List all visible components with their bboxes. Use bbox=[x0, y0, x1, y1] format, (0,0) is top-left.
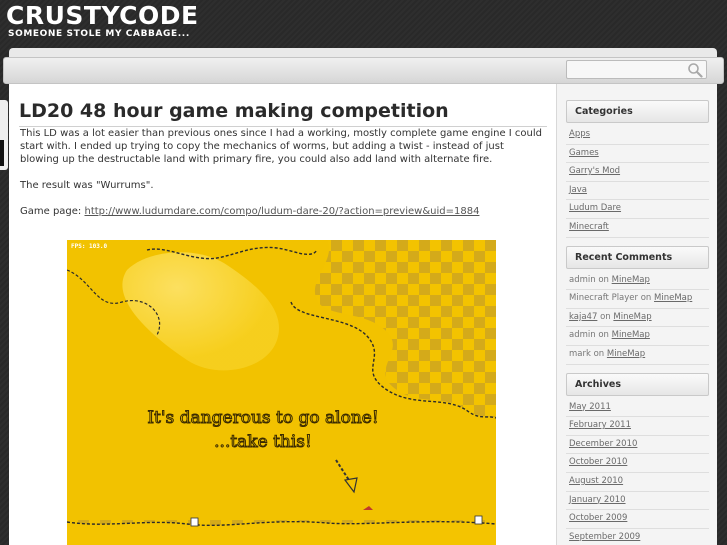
archive-link[interactable]: August 2010 bbox=[569, 476, 623, 486]
archives-widget: Archives May 2011 February 2011 December… bbox=[566, 372, 709, 545]
site-tagline: SOMEONE STOLE MY CABBAGE... bbox=[8, 29, 190, 39]
comment-on: on bbox=[598, 274, 609, 285]
archive-link[interactable]: May 2011 bbox=[569, 402, 611, 412]
list-item: mark on MineMap bbox=[566, 346, 709, 365]
site-header: CRUSTYCODE SOMEONE STOLE MY CABBAGE... bbox=[0, 0, 727, 48]
category-link[interactable]: Games bbox=[569, 148, 599, 158]
list-item: Games bbox=[566, 145, 709, 164]
archive-link[interactable]: December 2010 bbox=[569, 439, 637, 449]
widget-title: Recent Comments bbox=[566, 245, 709, 269]
comment-post-link[interactable]: MineMap bbox=[654, 293, 692, 303]
main-content: LD20 48 hour game making competition Thi… bbox=[9, 84, 557, 545]
list-item: September 2009 bbox=[566, 529, 709, 545]
comment-author: admin bbox=[569, 330, 596, 341]
list-item: Garry's Mod bbox=[566, 163, 709, 182]
comment-post-link[interactable]: MineMap bbox=[612, 275, 650, 285]
category-list: Apps Games Garry's Mod Java Ludum Dare M… bbox=[566, 126, 709, 238]
list-item: admin on MineMap bbox=[566, 327, 709, 346]
post-paragraph: The result was "Wurrums". bbox=[20, 180, 154, 191]
archive-link[interactable]: October 2009 bbox=[569, 513, 627, 523]
archive-link[interactable]: February 2011 bbox=[569, 420, 631, 430]
list-item: Minecraft bbox=[566, 219, 709, 238]
list-item: May 2011 bbox=[566, 399, 709, 418]
archive-link[interactable]: October 2010 bbox=[569, 457, 627, 467]
comment-on: on bbox=[593, 348, 605, 359]
post-title[interactable]: LD20 48 hour game making competition bbox=[19, 99, 547, 127]
widget-title: Archives bbox=[566, 372, 709, 396]
fps-counter: FPS: 103.0 bbox=[71, 243, 108, 250]
comment-on: on bbox=[600, 311, 611, 322]
list-item: October 2010 bbox=[566, 454, 709, 473]
list-item: February 2011 bbox=[566, 417, 709, 436]
comment-post-link[interactable]: MineMap bbox=[612, 330, 650, 340]
list-item: Minecraft Player on MineMap bbox=[566, 290, 709, 309]
archive-link[interactable]: September 2009 bbox=[569, 532, 640, 542]
list-item: January 2010 bbox=[566, 492, 709, 511]
game-page-label: Game page: bbox=[20, 206, 85, 217]
category-link[interactable]: Garry's Mod bbox=[569, 166, 620, 176]
post-body: This LD was a lot easier than previous o… bbox=[20, 127, 545, 231]
categories-widget: Categories Apps Games Garry's Mod Java L… bbox=[566, 100, 709, 238]
comment-author-link[interactable]: kaja47 bbox=[569, 312, 597, 322]
list-item: kaja47 on MineMap bbox=[566, 309, 709, 328]
comment-post-link[interactable]: MineMap bbox=[607, 349, 645, 359]
comment-post-link[interactable]: MineMap bbox=[613, 312, 651, 322]
post-paragraph: This LD was a lot easier than previous o… bbox=[20, 128, 543, 165]
comment-on: on bbox=[598, 330, 609, 341]
game-page-link[interactable]: http://www.ludumdare.com/compo/ludum-dar… bbox=[84, 206, 479, 217]
archive-list: May 2011 February 2011 December 2010 Oct… bbox=[566, 399, 709, 545]
search-icon[interactable] bbox=[687, 62, 703, 78]
list-item: October 2009 bbox=[566, 510, 709, 529]
list-item: December 2010 bbox=[566, 436, 709, 455]
comment-author: mark bbox=[569, 348, 591, 359]
game-message-line1: It's dangerous to go alone! bbox=[147, 408, 379, 429]
search-input[interactable] bbox=[566, 60, 707, 79]
comment-author: Minecraft Player bbox=[569, 293, 639, 304]
sidebar: Categories Apps Games Garry's Mod Java L… bbox=[566, 100, 709, 545]
category-link[interactable]: Apps bbox=[569, 129, 590, 139]
game-screenshot-art bbox=[67, 240, 496, 545]
list-item: Ludum Dare bbox=[566, 200, 709, 219]
recent-comments-list: admin on MineMap Minecraft Player on Min… bbox=[566, 272, 709, 365]
game-message-line2: ...take this! bbox=[214, 432, 313, 453]
category-link[interactable]: Java bbox=[569, 185, 587, 195]
archive-link[interactable]: January 2010 bbox=[569, 495, 626, 505]
left-edge-marker bbox=[0, 140, 4, 166]
recent-comments-widget: Recent Comments admin on MineMap Minecra… bbox=[566, 245, 709, 365]
comment-on: on bbox=[640, 293, 652, 304]
navbar-top-edge bbox=[9, 48, 717, 57]
list-item: admin on MineMap bbox=[566, 272, 709, 291]
category-link[interactable]: Minecraft bbox=[569, 222, 609, 232]
game-page-line: Game page: http://www.ludumdare.com/comp… bbox=[20, 205, 545, 218]
list-item: August 2010 bbox=[566, 473, 709, 492]
comment-author: admin bbox=[569, 274, 596, 285]
list-item: Apps bbox=[566, 126, 709, 145]
list-item: Java bbox=[566, 182, 709, 201]
game-screenshot[interactable]: FPS: 103.0 It's dangerous to go alone! .… bbox=[67, 240, 496, 545]
category-link[interactable]: Ludum Dare bbox=[569, 203, 621, 213]
widget-title: Categories bbox=[566, 100, 709, 123]
site-title[interactable]: CRUSTYCODE bbox=[6, 2, 199, 30]
